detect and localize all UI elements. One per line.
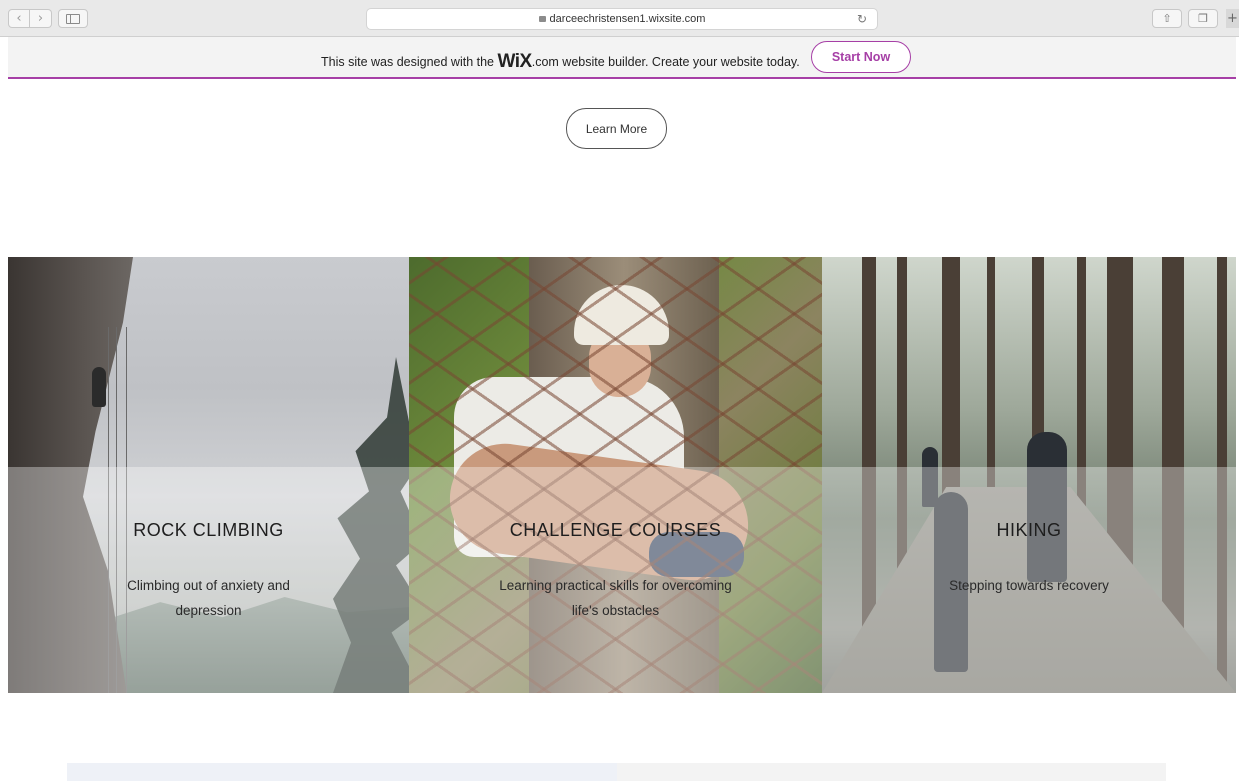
learn-more-button[interactable]: Learn More bbox=[566, 108, 667, 149]
next-section-preview bbox=[67, 763, 1166, 781]
banner-text-after: website builder. Create your website tod… bbox=[562, 55, 800, 69]
url-text: darceechristensen1.wixsite.com bbox=[549, 13, 706, 25]
back-button[interactable]: ‹ bbox=[8, 9, 30, 28]
panel-subtitle: Stepping towards recovery bbox=[949, 578, 1109, 593]
url-display: darceechristensen1.wixsite.com bbox=[367, 13, 877, 25]
wix-logo: WiX bbox=[497, 51, 533, 72]
plus-icon: + bbox=[1227, 11, 1238, 26]
forward-button[interactable]: › bbox=[30, 9, 52, 28]
panel-subtitle: Climbing out of anxiety and depression bbox=[127, 578, 290, 618]
nav-buttons: ‹ › bbox=[8, 9, 52, 28]
panel-title: ROCK CLIMBING bbox=[133, 520, 284, 540]
panel-title: HIKING bbox=[996, 520, 1062, 540]
rock-climbing-panel[interactable]: ROCK CLIMBING Climbing out of anxiety an… bbox=[8, 257, 409, 693]
lock-icon bbox=[538, 16, 546, 22]
next-section-left bbox=[67, 763, 617, 781]
new-tab-button[interactable]: + bbox=[1226, 9, 1239, 28]
chevron-right-icon: › bbox=[37, 11, 44, 26]
hiking-panel[interactable]: HIKING Stepping towards recovery bbox=[822, 257, 1236, 693]
share-button[interactable]: ⇧ bbox=[1152, 9, 1182, 28]
next-section-right bbox=[616, 763, 1166, 781]
tabs-icon: ❐ bbox=[1198, 12, 1208, 25]
wix-banner-text: This site was designed with the WiX.com … bbox=[321, 50, 800, 72]
climber-image bbox=[92, 367, 106, 407]
browser-toolbar: ‹ › darceechristensen1.wixsite.com ↻ ⇧ ❐… bbox=[0, 0, 1239, 37]
share-icon: ⇧ bbox=[1162, 12, 1172, 25]
address-bar[interactable]: darceechristensen1.wixsite.com ↻ bbox=[366, 8, 878, 30]
sidebar-icon bbox=[66, 13, 80, 24]
reload-icon[interactable]: ↻ bbox=[857, 12, 867, 26]
start-now-button[interactable]: Start Now bbox=[811, 41, 911, 73]
wix-logo-suffix: .com bbox=[531, 55, 559, 69]
chevron-left-icon: ‹ bbox=[16, 11, 22, 26]
wix-banner: This site was designed with the WiX.com … bbox=[8, 37, 1236, 79]
banner-text-before: This site was designed with the bbox=[321, 55, 495, 69]
panel-subtitle: Learning practical skills for overcoming… bbox=[499, 578, 732, 618]
panel-title: CHALLENGE COURSES bbox=[509, 520, 722, 540]
tabs-button[interactable]: ❐ bbox=[1188, 9, 1218, 28]
sidebar-toggle-button[interactable] bbox=[58, 9, 88, 28]
challenge-courses-panel[interactable]: CHALLENGE COURSES Learning practical ski… bbox=[409, 257, 822, 693]
